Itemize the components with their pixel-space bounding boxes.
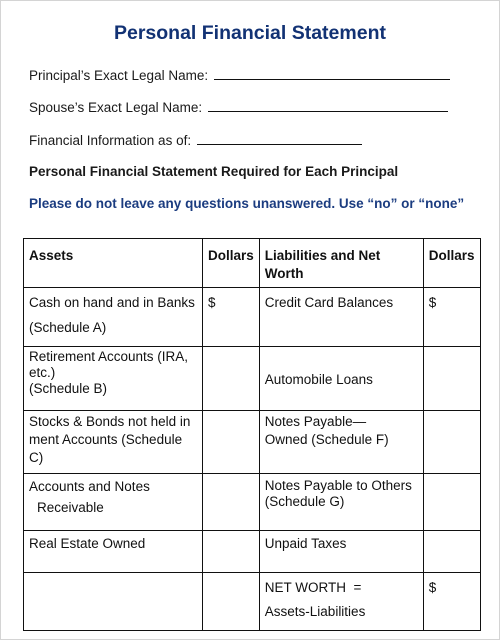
liability-dollars-cell[interactable]: $ <box>422 287 481 347</box>
liability-cell: NET WORTH = Assets-Liabilities <box>258 572 424 631</box>
asset-schedule: (Schedule B) <box>29 381 108 396</box>
net-worth-formula: Assets-Liabilities <box>264 604 366 619</box>
table-row: Accounts and Notes Receivable Notes Paya… <box>23 473 481 531</box>
instructions-notice: Please do not leave any questions unansw… <box>29 196 465 211</box>
liability-dollars-cell[interactable] <box>422 346 481 411</box>
asset-cell: Accounts and Notes Receivable <box>23 473 203 531</box>
asset-schedule: ment Accounts (Schedule C) <box>29 432 183 465</box>
asset-cell <box>23 572 203 631</box>
liability-label: Notes Payable to Others <box>264 478 412 493</box>
asset-label: Cash on hand and in Banks <box>29 295 195 310</box>
asset-label: Accounts and Notes <box>29 479 150 494</box>
asset-cell: Cash on hand and in Banks (Schedule A) <box>23 287 203 347</box>
liability-cell: Unpaid Taxes <box>258 530 424 573</box>
header-assets: Assets <box>23 238 203 288</box>
asset-cell: Retirement Accounts (IRA, etc.) (Schedul… <box>23 346 203 411</box>
principal-name-label: Principal’s Exact Legal Name: <box>29 68 209 83</box>
financial-info-date-label: Financial Information as of: <box>29 133 192 148</box>
principal-name-field: Principal’s Exact Legal Name: <box>29 67 451 83</box>
asset-dollars-cell[interactable] <box>202 410 260 474</box>
liability-label: Credit Card Balances <box>264 295 394 310</box>
spouse-name-field: Spouse’s Exact Legal Name: <box>29 99 449 115</box>
asset-dollars-cell[interactable] <box>202 530 260 573</box>
document-title: Personal Financial Statement <box>113 22 386 44</box>
table-row: Real Estate Owned Unpaid Taxes <box>23 530 481 573</box>
asset-cell: Stocks & Bonds not held in ment Accounts… <box>23 410 203 474</box>
spouse-name-label: Spouse’s Exact Legal Name: <box>29 100 203 115</box>
table-row: Retirement Accounts (IRA, etc.) (Schedul… <box>23 346 481 411</box>
table-row: Stocks & Bonds not held in ment Accounts… <box>23 410 481 474</box>
asset-schedule: Receivable <box>37 500 104 515</box>
liability-cell: Notes Payable— Owned (Schedule F) <box>258 410 424 474</box>
asset-cell: Real Estate Owned <box>23 530 203 573</box>
assets-liabilities-table: Assets Dollars Liabilities and Net Worth… <box>23 238 481 631</box>
table-row: Cash on hand and in Banks (Schedule A) $… <box>23 287 481 347</box>
principal-name-input[interactable] <box>214 67 451 80</box>
liability-cell: Notes Payable to Others (Schedule G) <box>258 473 424 531</box>
net-worth-dollars-cell[interactable]: $ <box>422 572 481 631</box>
liability-label: Notes Payable— <box>264 414 367 429</box>
liability-cell: Credit Card Balances <box>258 287 424 347</box>
asset-label: Stocks & Bonds not held in <box>29 414 191 429</box>
asset-label: Retirement Accounts (IRA, etc.) <box>29 349 189 380</box>
spouse-name-input[interactable] <box>208 99 449 112</box>
liability-dollars-cell[interactable] <box>422 473 481 531</box>
asset-dollars-cell[interactable] <box>202 473 260 531</box>
asset-dollars-cell[interactable] <box>202 572 260 631</box>
asset-schedule: (Schedule A) <box>29 320 107 335</box>
liability-label: Automobile Loans <box>264 371 373 387</box>
liability-cell: Automobile Loans <box>258 346 424 411</box>
financial-info-date-field: Financial Information as of: <box>29 132 363 148</box>
liability-schedule: (Schedule G) <box>264 494 345 509</box>
header-liabilities: Liabilities and Net Worth <box>258 238 424 288</box>
liability-dollars-cell[interactable] <box>422 410 481 474</box>
required-notice: Personal Financial Statement Required fo… <box>29 164 399 179</box>
net-worth-label: NET WORTH = <box>264 580 362 595</box>
table-header-row: Assets Dollars Liabilities and Net Worth… <box>23 238 481 288</box>
financial-info-date-input[interactable] <box>197 132 363 145</box>
liability-dollars-cell[interactable] <box>422 530 481 573</box>
asset-dollars-cell[interactable]: $ <box>202 287 260 347</box>
liability-schedule: Owned (Schedule F) <box>264 432 389 447</box>
header-asset-dollars: Dollars <box>202 238 260 288</box>
header-liability-dollars: Dollars <box>422 238 481 288</box>
asset-dollars-cell[interactable] <box>202 346 260 411</box>
table-row: NET WORTH = Assets-Liabilities $ <box>23 572 481 631</box>
